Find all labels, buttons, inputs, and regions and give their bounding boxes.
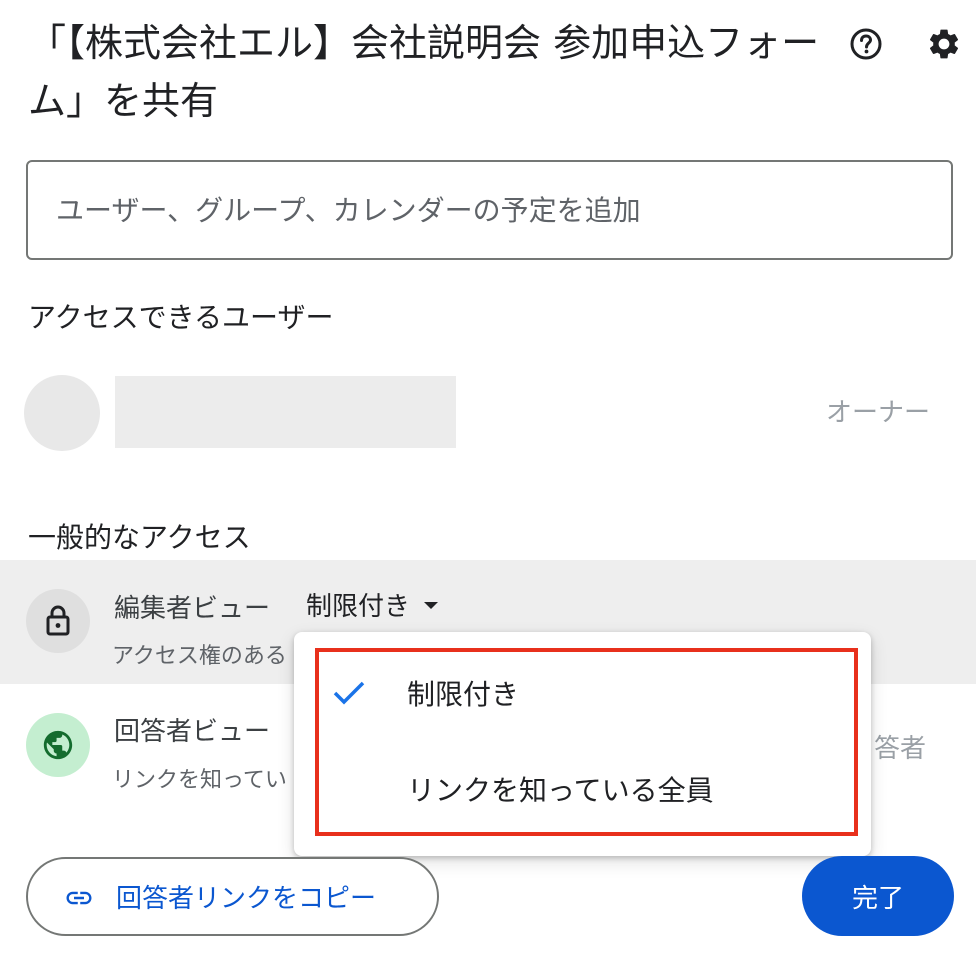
editor-access-description: アクセス権のある <box>112 644 287 669</box>
check-icon <box>333 681 365 705</box>
link-icon <box>66 891 92 905</box>
people-with-access-heading: アクセスできるユーザー <box>28 301 334 334</box>
redacted-user-info <box>115 376 456 448</box>
gear-icon[interactable] <box>926 26 962 62</box>
menu-item-anyone-with-link[interactable]: リンクを知っている全員 <box>294 744 871 834</box>
editor-view-label: 編集者ビュー <box>114 594 271 624</box>
menu-item-label: 制限付き <box>407 678 520 711</box>
dialog-title: 「【株式会社エル】会社説明会 参加申込フォーム」を共有 <box>28 21 820 123</box>
responder-view-label: 回答者ビュー <box>114 717 271 747</box>
access-level-dropdown[interactable]: 制限付き <box>306 584 439 624</box>
menu-item-label: リンクを知っている全員 <box>407 774 714 807</box>
access-level-menu: 制限付き リンクを知っている全員 <box>294 632 871 856</box>
copy-responder-link-button[interactable]: 回答者リンクをコピー <box>26 857 439 936</box>
general-access-heading: 一般的なアクセス <box>28 521 251 554</box>
copy-link-label: 回答者リンクをコピー <box>116 883 377 913</box>
avatar <box>24 375 100 451</box>
lock-icon <box>26 589 90 653</box>
globe-icon <box>26 713 90 777</box>
caret-down-icon <box>424 601 439 609</box>
help-icon[interactable] <box>848 26 884 62</box>
responder-access-description: リンクを知ってい <box>112 768 287 793</box>
done-button[interactable]: 完了 <box>802 856 954 936</box>
access-level-value: 制限付き <box>306 591 411 622</box>
menu-item-restricted[interactable]: 制限付き <box>294 648 871 738</box>
responder-role-label: 答者 <box>874 734 927 764</box>
add-people-input[interactable] <box>26 160 953 260</box>
owner-role-label: オーナー <box>825 398 930 428</box>
